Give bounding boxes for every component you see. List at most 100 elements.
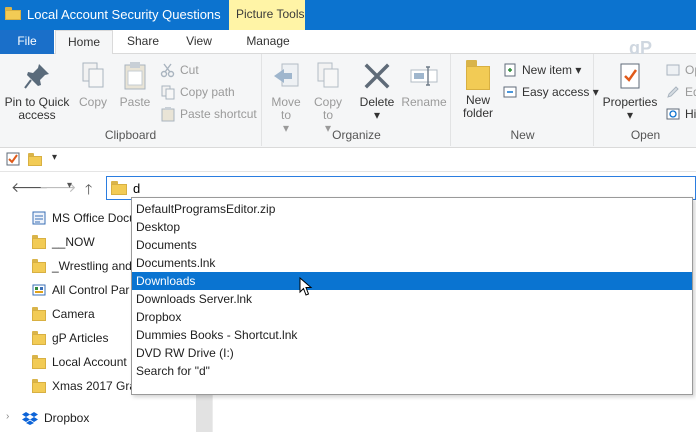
nav-item-label: gP Articles [52, 331, 109, 345]
pin-label: Pin to Quick access [4, 95, 70, 122]
paste-button[interactable]: Paste [116, 60, 154, 109]
properties-check-icon[interactable] [6, 152, 20, 166]
easy-access-button[interactable]: Easy access ▾ [502, 82, 599, 102]
expand-chevron-icon[interactable]: › [6, 411, 9, 422]
nav-pane-scrollbar[interactable] [196, 392, 212, 432]
new-item-dropdown-arrow-icon: ▾ [575, 63, 582, 77]
rename-icon [408, 60, 440, 92]
move-to-icon [270, 60, 302, 92]
suggestion-item[interactable]: Documents.lnk [132, 254, 692, 272]
delete-button[interactable]: Delete ▾ [357, 60, 397, 122]
organize-group: Move to ▾ Copy to ▾ Delete ▾ Rename Orga… [263, 54, 451, 146]
tab-home[interactable]: Home [55, 30, 113, 55]
ribbon-tabs: File Home Share View Manage gP [0, 30, 696, 58]
context-tab-label: Picture Tools [236, 7, 305, 21]
copy-path-button[interactable]: Copy path [160, 82, 235, 102]
folder-icon [32, 331, 46, 345]
title-folder-icon[interactable] [5, 7, 21, 20]
copy-to-label: Copy to [313, 95, 342, 122]
new-item-label: New item [522, 63, 573, 77]
cut-label: Cut [180, 63, 199, 77]
delete-x-icon [361, 60, 393, 92]
tab-file[interactable]: File [0, 30, 54, 54]
mouse-pointer-icon [299, 276, 313, 297]
open-button[interactable]: Op [665, 60, 696, 80]
folder-icon [32, 379, 46, 393]
suggestion-item[interactable]: Dummies Books - Shortcut.lnk [132, 326, 692, 344]
properties-icon [614, 60, 646, 92]
history-button[interactable]: His [665, 104, 696, 124]
quick-access-toolbar: ▾ [0, 148, 696, 172]
copy-to-button[interactable]: Copy to ▾ [309, 60, 347, 135]
copy-to-icon [312, 60, 344, 92]
copy-path-label: Copy path [180, 85, 235, 99]
folder-icon [32, 259, 46, 273]
copy-path-icon [160, 84, 176, 100]
recent-locations-chevron-icon[interactable]: ▾ [67, 180, 72, 191]
open-label: Op [685, 63, 696, 77]
suggestion-item[interactable]: DVD RW Drive (I:) [132, 344, 692, 362]
nav-item-label: __NOW [52, 235, 95, 249]
new-item-icon [502, 62, 518, 78]
folder-icon [32, 235, 46, 249]
suggestion-item-selected[interactable]: Downloads [132, 272, 692, 290]
up-arrow-icon[interactable]: 🡑 [85, 179, 92, 203]
customize-qat-chevron-icon[interactable]: ▾ [52, 152, 57, 163]
new-folder-icon [466, 60, 490, 90]
nav-item-label: Local Account [52, 355, 127, 369]
rename-label: Rename [401, 95, 447, 109]
delete-dropdown-arrow-icon: ▾ [373, 108, 381, 122]
paste-shortcut-icon [160, 106, 176, 122]
easy-access-icon [502, 84, 518, 100]
new-group: New folder New item ▾ Easy access ▾ New [452, 54, 599, 146]
edit-icon [665, 84, 681, 100]
suggestion-item[interactable]: Desktop [132, 218, 692, 236]
tab-view[interactable]: View [171, 30, 227, 54]
cut-button[interactable]: Cut [160, 60, 199, 80]
scissors-icon [160, 62, 176, 78]
open-group-label: Open [630, 128, 661, 142]
paste-label: Paste [119, 95, 151, 109]
nav-item-dropbox[interactable]: › Dropbox [0, 406, 212, 430]
suggestion-item[interactable]: DefaultProgramsEditor.zip [132, 200, 692, 218]
nav-item-label: Camera [52, 307, 95, 321]
dropbox-icon [22, 411, 38, 425]
pin-to-quick-access-button[interactable]: Pin to Quick access [4, 60, 70, 122]
new-folder-label: New folder [462, 93, 494, 120]
edit-button[interactable]: Ed [665, 82, 696, 102]
tab-share[interactable]: Share [115, 30, 171, 54]
suggestion-item[interactable]: Documents [132, 236, 692, 254]
paste-shortcut-label: Paste shortcut [180, 107, 257, 121]
clipboard-group-label: Clipboard [104, 128, 157, 142]
copy-button[interactable]: Copy [74, 60, 112, 109]
properties-dropdown-arrow-icon: ▾ [626, 108, 634, 122]
nav-item-label: All Control Par [52, 283, 130, 297]
new-item-button[interactable]: New item ▾ [502, 60, 581, 80]
clipboard-group: Pin to Quick access Copy Paste Cut Copy … [0, 54, 262, 146]
history-label: His [685, 107, 696, 121]
suggestion-item[interactable]: Downloads Server.lnk [132, 290, 692, 308]
rename-button[interactable]: Rename [401, 60, 447, 109]
paste-icon [119, 60, 151, 92]
open-group: Properties ▾ Op Ed His Open [595, 54, 696, 146]
edit-label: Ed [685, 85, 696, 99]
history-icon [665, 106, 681, 122]
qat-folder-icon[interactable] [28, 153, 42, 166]
new-folder-button[interactable]: New folder [458, 60, 498, 120]
document-icon [32, 211, 46, 225]
control-panel-icon [32, 283, 46, 297]
address-input[interactable] [133, 179, 433, 197]
properties-button[interactable]: Properties ▾ [599, 60, 661, 122]
paste-shortcut-button[interactable]: Paste shortcut [160, 104, 257, 124]
suggestion-item[interactable]: Dropbox [132, 308, 692, 326]
new-group-label: New [510, 128, 535, 142]
suggestion-item[interactable]: Search for "d" [132, 362, 692, 380]
organize-group-label: Organize [332, 128, 381, 142]
nav-item-label: MS Office Docu [52, 211, 136, 225]
folder-icon [32, 355, 46, 369]
copy-label: Copy [78, 95, 107, 109]
move-to-button[interactable]: Move to ▾ [267, 60, 305, 135]
folder-icon [32, 307, 46, 321]
nav-item-label: _Wrestling and [52, 259, 132, 273]
tab-manage[interactable]: Manage [231, 30, 305, 54]
